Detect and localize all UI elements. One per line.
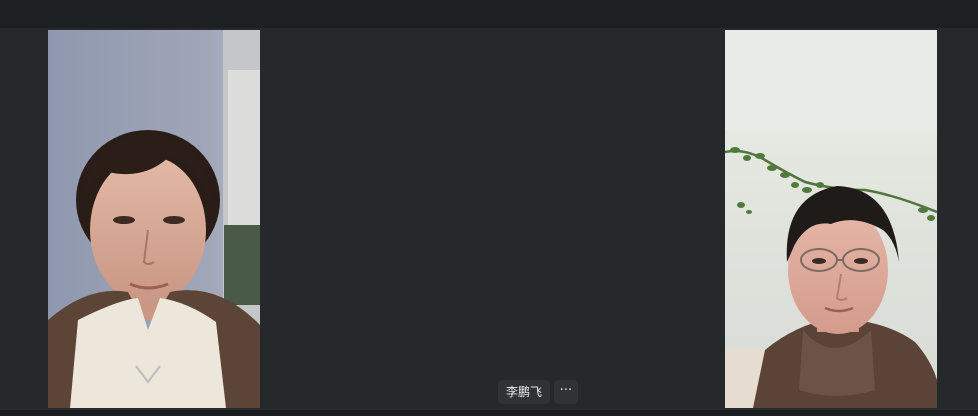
top-bar: [0, 0, 978, 28]
more-options-button[interactable]: ···: [554, 380, 578, 404]
participant-video-left-frame: [48, 30, 260, 408]
ellipsis-icon: ···: [559, 383, 573, 398]
participant-video-tile-right[interactable]: [725, 30, 937, 408]
participant-video-right-frame: [725, 30, 937, 408]
meeting-window: 李鹏飞 ···: [0, 0, 978, 416]
bottom-edge: [0, 410, 978, 416]
participant-video-tile-left[interactable]: [48, 30, 260, 408]
participant-name-label: 李鹏飞: [498, 380, 551, 404]
